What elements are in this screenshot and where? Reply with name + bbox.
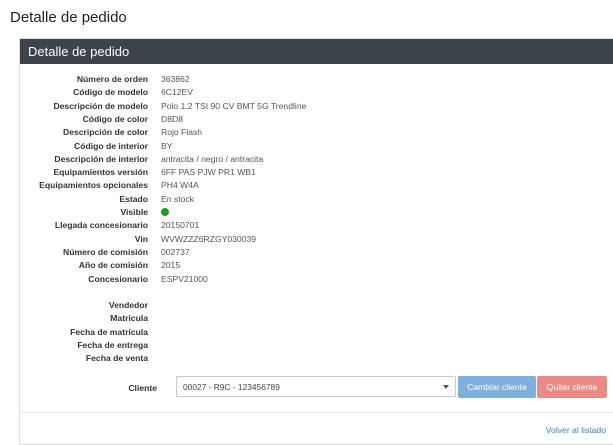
- detail-value: 20150701: [161, 220, 200, 231]
- client-select-value: 00027 - R9C - 123456789: [183, 382, 280, 392]
- detail-value: WVWZZZ6RZGY030039: [161, 233, 257, 244]
- detail-value: antracita / negro / antracita: [161, 153, 264, 164]
- detail-label: Número de comisión: [63, 246, 148, 257]
- detail-label: Vin: [134, 233, 148, 244]
- detail-label: Matrícula: [110, 313, 148, 324]
- page-title: Detalle de pedido: [10, 9, 127, 26]
- detail-label: Fecha de venta: [85, 353, 148, 364]
- change-client-button[interactable]: Cambiar cliente: [458, 376, 536, 398]
- detail-label: Vendedor: [108, 300, 148, 310]
- panel-heading: Detalle de pedido: [20, 39, 613, 64]
- detail-label: Código de interior: [74, 140, 148, 151]
- client-label: Cliente: [128, 383, 157, 393]
- detail-value: 6FF PAS PJW PR1 WB1: [161, 167, 256, 178]
- detail-value: 6C12EV: [161, 87, 194, 98]
- detail-label: Estado: [119, 193, 148, 204]
- detail-label: Descripción de modelo: [53, 100, 148, 111]
- detail-label: Código de modelo: [73, 87, 148, 98]
- detail-label: Código de color: [82, 113, 148, 124]
- client-row: Cliente 00027 - R9C - 123456789 Cambiar …: [20, 376, 613, 401]
- detail-value: 363862: [161, 74, 190, 84]
- detail-label: Número de orden: [76, 74, 148, 84]
- detail-value: 2015: [161, 260, 181, 271]
- divider: [20, 412, 613, 413]
- detail-label: Llegada concesionario: [54, 220, 148, 231]
- detail-label: Fecha de matrícula: [70, 326, 148, 337]
- detail-label: Descripción de color: [62, 127, 148, 138]
- detail-label: Equipamientos opcionales: [39, 180, 148, 191]
- remove-client-button[interactable]: Quitar cliente: [537, 376, 607, 398]
- detail-value: PH4 W4A: [161, 180, 199, 191]
- detail-value: D8D8: [161, 113, 183, 124]
- detail-label: Visible: [120, 207, 148, 217]
- detail-value: BY: [161, 140, 173, 151]
- detail-label: Equipamientos versión: [53, 167, 148, 178]
- order-detail-panel: Detalle de pedido Número de orden 363862…: [19, 38, 613, 445]
- visible-status-dot-icon: [161, 208, 169, 216]
- detail-label: Año de comisión: [78, 260, 148, 271]
- detail-value: 002737: [161, 246, 190, 257]
- chevron-down-icon: [443, 385, 449, 389]
- client-select[interactable]: 00027 - R9C - 123456789: [176, 376, 456, 397]
- detail-value: En stock: [161, 193, 194, 204]
- detail-label: Fecha de entrega: [77, 339, 148, 350]
- detail-value: Rojo Flash: [161, 127, 203, 138]
- back-to-list-link[interactable]: Volver al listado: [546, 425, 606, 435]
- detail-label: Concesionario: [88, 273, 148, 284]
- visible-status-value: [161, 206, 169, 220]
- detail-value: Polo 1.2 TSI 90 CV BMT 5G Trendline: [161, 100, 307, 111]
- detail-label: Descripción de interior: [54, 153, 148, 164]
- detail-value: ESPV21000: [161, 273, 208, 284]
